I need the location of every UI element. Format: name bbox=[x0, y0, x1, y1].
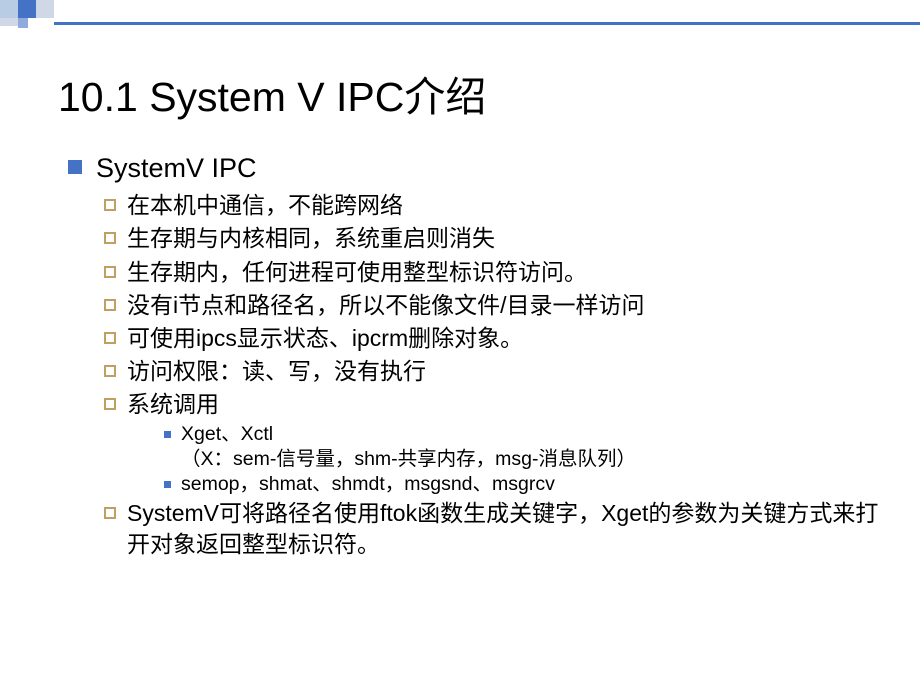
list-item: 没有i节点和路径名，所以不能像文件/目录一样访问 bbox=[104, 290, 888, 321]
list-item: SystemV IPC bbox=[68, 150, 888, 186]
bullet-text: 生存期内，任何进程可使用整型标识符访问。 bbox=[127, 257, 587, 288]
bullet-small-square-icon bbox=[164, 481, 171, 488]
slide-decoration bbox=[0, 0, 920, 26]
list-item: 可使用ipcs显示状态、ipcrm删除对象。 bbox=[104, 323, 888, 354]
deco-square bbox=[18, 18, 28, 28]
bullet-text: 系统调用 bbox=[127, 389, 219, 420]
bullet-text: 没有i节点和路径名，所以不能像文件/目录一样访问 bbox=[127, 290, 645, 321]
bullet-outline-square-icon bbox=[104, 398, 116, 410]
section-header: SystemV IPC bbox=[96, 150, 257, 186]
list-item: 生存期内，任何进程可使用整型标识符访问。 bbox=[104, 257, 888, 288]
bullet-text: semop，shmat、shmdt，msgsnd、msgrcv bbox=[181, 472, 555, 497]
list-item: semop，shmat、shmdt，msgsnd、msgrcv bbox=[164, 472, 888, 497]
bullet-text: 生存期与内核相同，系统重启则消失 bbox=[127, 223, 495, 254]
bullet-small-square-icon bbox=[164, 431, 171, 438]
bullet-outline-square-icon bbox=[104, 365, 116, 377]
bullet-text: SystemV可将路径名使用ftok函数生成关键字，Xget的参数为关键方式来打… bbox=[127, 498, 888, 560]
list-item: Xget、Xctl bbox=[164, 422, 888, 447]
bullet-text: 可使用ipcs显示状态、ipcrm删除对象。 bbox=[127, 323, 523, 354]
list-item: 生存期与内核相同，系统重启则消失 bbox=[104, 223, 888, 254]
list-item: SystemV可将路径名使用ftok函数生成关键字，Xget的参数为关键方式来打… bbox=[104, 498, 888, 560]
deco-square bbox=[0, 0, 18, 18]
list-item: 访问权限：读、写，没有执行 bbox=[104, 356, 888, 387]
bullet-text: 访问权限：读、写，没有执行 bbox=[127, 356, 426, 387]
bullet-text: 在本机中通信，不能跨网络 bbox=[127, 190, 403, 221]
deco-line bbox=[54, 22, 920, 25]
list-item: 在本机中通信，不能跨网络 bbox=[104, 190, 888, 221]
bullet-outline-square-icon bbox=[104, 199, 116, 211]
slide-content: SystemV IPC 在本机中通信，不能跨网络 生存期与内核相同，系统重启则消… bbox=[68, 150, 888, 562]
bullet-outline-square-icon bbox=[104, 332, 116, 344]
bullet-text: Xget、Xctl bbox=[181, 422, 273, 447]
deco-square bbox=[0, 18, 18, 26]
bullet-text: （X：sem-信号量，shm-共享内存，msg-消息队列） bbox=[181, 447, 888, 472]
bullet-square-icon bbox=[68, 160, 82, 174]
bullet-outline-square-icon bbox=[104, 299, 116, 311]
list-item: 系统调用 bbox=[104, 389, 888, 420]
slide-title: 10.1 System V IPC介绍 bbox=[58, 63, 486, 123]
bullet-outline-square-icon bbox=[104, 232, 116, 244]
bullet-outline-square-icon bbox=[104, 266, 116, 278]
list-item-continuation: （X：sem-信号量，shm-共享内存，msg-消息队列） bbox=[181, 447, 888, 472]
bullet-outline-square-icon bbox=[104, 507, 116, 519]
deco-square bbox=[36, 0, 54, 18]
deco-square bbox=[18, 0, 36, 18]
